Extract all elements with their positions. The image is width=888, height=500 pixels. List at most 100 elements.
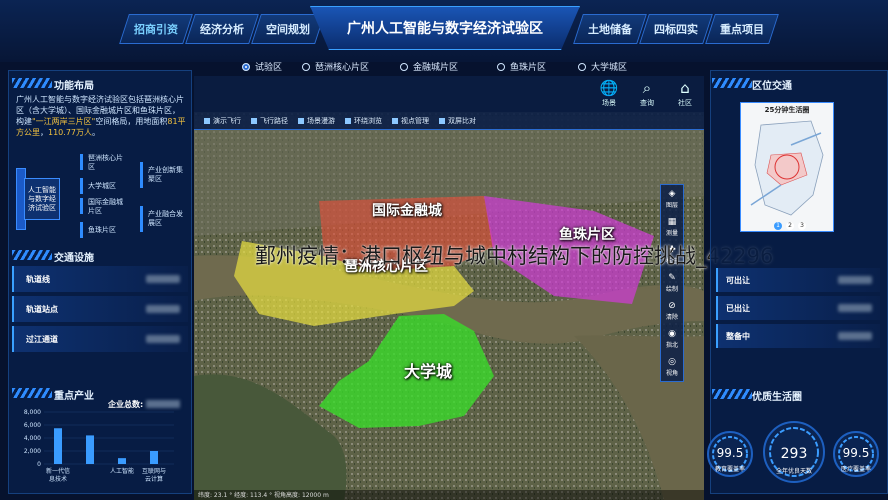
traffic-row-rail-stations[interactable]: 轨道站点 [12, 296, 188, 322]
split-icon [439, 117, 445, 124]
tab-pilot-zone[interactable]: 试验区 [242, 60, 282, 73]
tree-root: 人工智能与数字经济试验区 [24, 178, 60, 220]
community-button[interactable]: ⌂ 社区 [670, 78, 700, 110]
side-tool-layers[interactable]: ◈ 图层 [661, 189, 683, 209]
industry-bar[interactable] [150, 451, 158, 464]
tree-area-yuzhu: 鱼珠片区 [88, 226, 116, 234]
bar-label: 息技术 [49, 475, 67, 483]
path-icon [251, 117, 257, 124]
title-deco [712, 78, 752, 88]
draw-icon: ✎ [668, 273, 676, 283]
land-row-preparing[interactable]: 整备中 [716, 324, 880, 348]
scene-button[interactable]: 🌐 场景 [594, 78, 624, 110]
land-row-available[interactable]: 可出让 [716, 268, 880, 292]
page-title: 广州人工智能与数字经济试验区 [310, 6, 580, 50]
roam-icon [298, 117, 304, 124]
tree-tick [80, 154, 83, 170]
industry-bar[interactable] [86, 435, 94, 464]
nav-spatial[interactable]: 空间规划 [251, 14, 325, 44]
clear-icon: ⊘ [668, 301, 676, 311]
side-tool-view[interactable]: ◎ 视角 [661, 357, 683, 377]
enterprise-total-value [146, 400, 180, 408]
query-button[interactable]: ⌕ 查询 [632, 78, 662, 110]
nav-land[interactable]: 土地储备 [573, 14, 647, 44]
industry-bar[interactable] [118, 458, 126, 464]
map-side-toolbar: ◈ 图层 ▦ 测量 ✚ 标注 ✎ 绘制 ⊘ 清除 ◉ 指北 ◎ 视角 [660, 184, 684, 382]
measure-icon: ▦ [667, 217, 677, 227]
page-dot-3[interactable]: 3 [798, 222, 806, 230]
home-icon: ⌂ [680, 79, 690, 97]
side-tool-measure[interactable]: ▦ 测量 [661, 217, 683, 237]
page-dot-2[interactable]: 2 [786, 222, 794, 230]
tab-pazhou[interactable]: 琶洲核心片区 [302, 60, 369, 73]
map-header [194, 76, 704, 112]
tree-tick [140, 162, 143, 188]
compass-icon: ◉ [668, 329, 676, 339]
tool-flight-path[interactable]: 飞行路径 [251, 116, 288, 126]
viewpoint-icon [392, 117, 398, 124]
bar-label: 互联网与 [142, 467, 166, 475]
nav-economy[interactable]: 经济分析 [185, 14, 259, 44]
y-tick-label: 4,000 [24, 435, 41, 442]
tool-split-compare[interactable]: 双屏比对 [439, 116, 476, 126]
title-deco [712, 389, 752, 399]
side-tool-clear[interactable]: ⊘ 清除 [661, 301, 683, 321]
watermark-text: 鄞州疫情：港口枢纽与城中村结构下的防控挑战_42296 [255, 244, 774, 268]
tree-area-finance: 国际金融城片区 [88, 198, 123, 215]
tool-scene-roam[interactable]: 场景漫游 [298, 116, 335, 126]
tree-area-pazhou: 琶洲核心片区 [88, 154, 123, 171]
gauge-education-label: 教育覆盖率 [714, 466, 745, 473]
tree-tick [80, 178, 83, 194]
y-tick-label: 2,000 [24, 448, 41, 455]
location-subtitle: 25分钟生活圈 [764, 106, 810, 114]
gauge-medical-value: 99.5 [842, 446, 870, 460]
y-tick-label: 8,000 [24, 409, 41, 416]
zone-overlay [234, 196, 654, 428]
tool-viewpoint[interactable]: 视点管理 [392, 116, 429, 126]
map-toolbar: 演示飞行 飞行路径 场景漫游 环绕浏览 视点管理 双屏比对 [194, 112, 704, 130]
tree-tick [80, 222, 83, 238]
tab-university[interactable]: 大学城区 [578, 60, 627, 73]
title-deco [12, 388, 52, 398]
nav-investment[interactable]: 招商引资 [119, 14, 193, 44]
traffic-row-river-crossings[interactable]: 过江通道 [12, 326, 188, 352]
orbit-icon [345, 117, 351, 124]
nav-four-standards[interactable]: 四标四实 [639, 14, 713, 44]
gauge-air-label: 全年优良天数 [775, 468, 812, 475]
tool-orbit[interactable]: 环绕浏览 [345, 116, 382, 126]
title-deco [12, 250, 52, 260]
page-dot-1[interactable]: 1 [774, 222, 782, 230]
y-tick-label: 0 [37, 461, 41, 468]
tree-tick [140, 206, 143, 232]
land-row-sold[interactable]: 已出让 [716, 296, 880, 320]
zone-label-finance-city: 国际金融城 [372, 203, 442, 219]
title-deco [12, 78, 52, 88]
traffic-row-rail-lines[interactable]: 轨道线 [12, 266, 188, 292]
gauge-medical-label: 医疗覆盖率 [840, 466, 871, 473]
search-icon: ⌕ [642, 79, 652, 97]
map-view[interactable]: 国际金融城 鱼珠片区 琶洲核心片区 大学城 🌐 场景 ⌕ 查询 ⌂ 社区 演示飞行 飞… [194, 76, 704, 500]
bar-label: 新一代信 [46, 467, 70, 475]
tab-yuzhu[interactable]: 鱼珠片区 [497, 60, 546, 73]
bar-label: 云计算 [145, 475, 163, 483]
location-map-card[interactable]: 25分钟生活圈 [740, 102, 834, 232]
nav-key-projects[interactable]: 重点项目 [705, 14, 779, 44]
gauge-air-value: 293 [780, 446, 808, 462]
bar-label: 人工智能 [110, 467, 134, 475]
traffic-title: 交通设施 [54, 253, 94, 264]
layout-description: 广州人工智能与数字经济试验区包括琶洲核心片区（含大学城）、国际金融城片区和鱼珠片… [16, 95, 186, 137]
tree-tick [80, 198, 83, 214]
globe-icon: 🌐 [599, 79, 619, 97]
tab-finance-city[interactable]: 金融城片区 [400, 60, 458, 73]
side-tool-north[interactable]: ◉ 指北 [661, 329, 683, 349]
tree-feature-innovation: 产业创新集聚区 [148, 166, 183, 183]
gauge-education-value: 99.5 [716, 446, 744, 460]
layers-icon: ◈ [668, 189, 676, 199]
side-tool-draw[interactable]: ✎ 绘制 [661, 273, 683, 293]
industry-bar[interactable] [54, 428, 62, 464]
industry-chart: 8,000 6,000 4,000 2,000 0 新一代信息技术 人工智能 互联网与云计算 [24, 409, 174, 483]
quality-title: 优质生活圈 [752, 392, 802, 403]
eye-icon: ◎ [668, 357, 676, 367]
map-status-bar: 纬度: 23.1 ° 经度: 113.4 ° 视角高度: 12000 m [194, 490, 704, 500]
tool-demo-flight[interactable]: 演示飞行 [204, 116, 241, 126]
